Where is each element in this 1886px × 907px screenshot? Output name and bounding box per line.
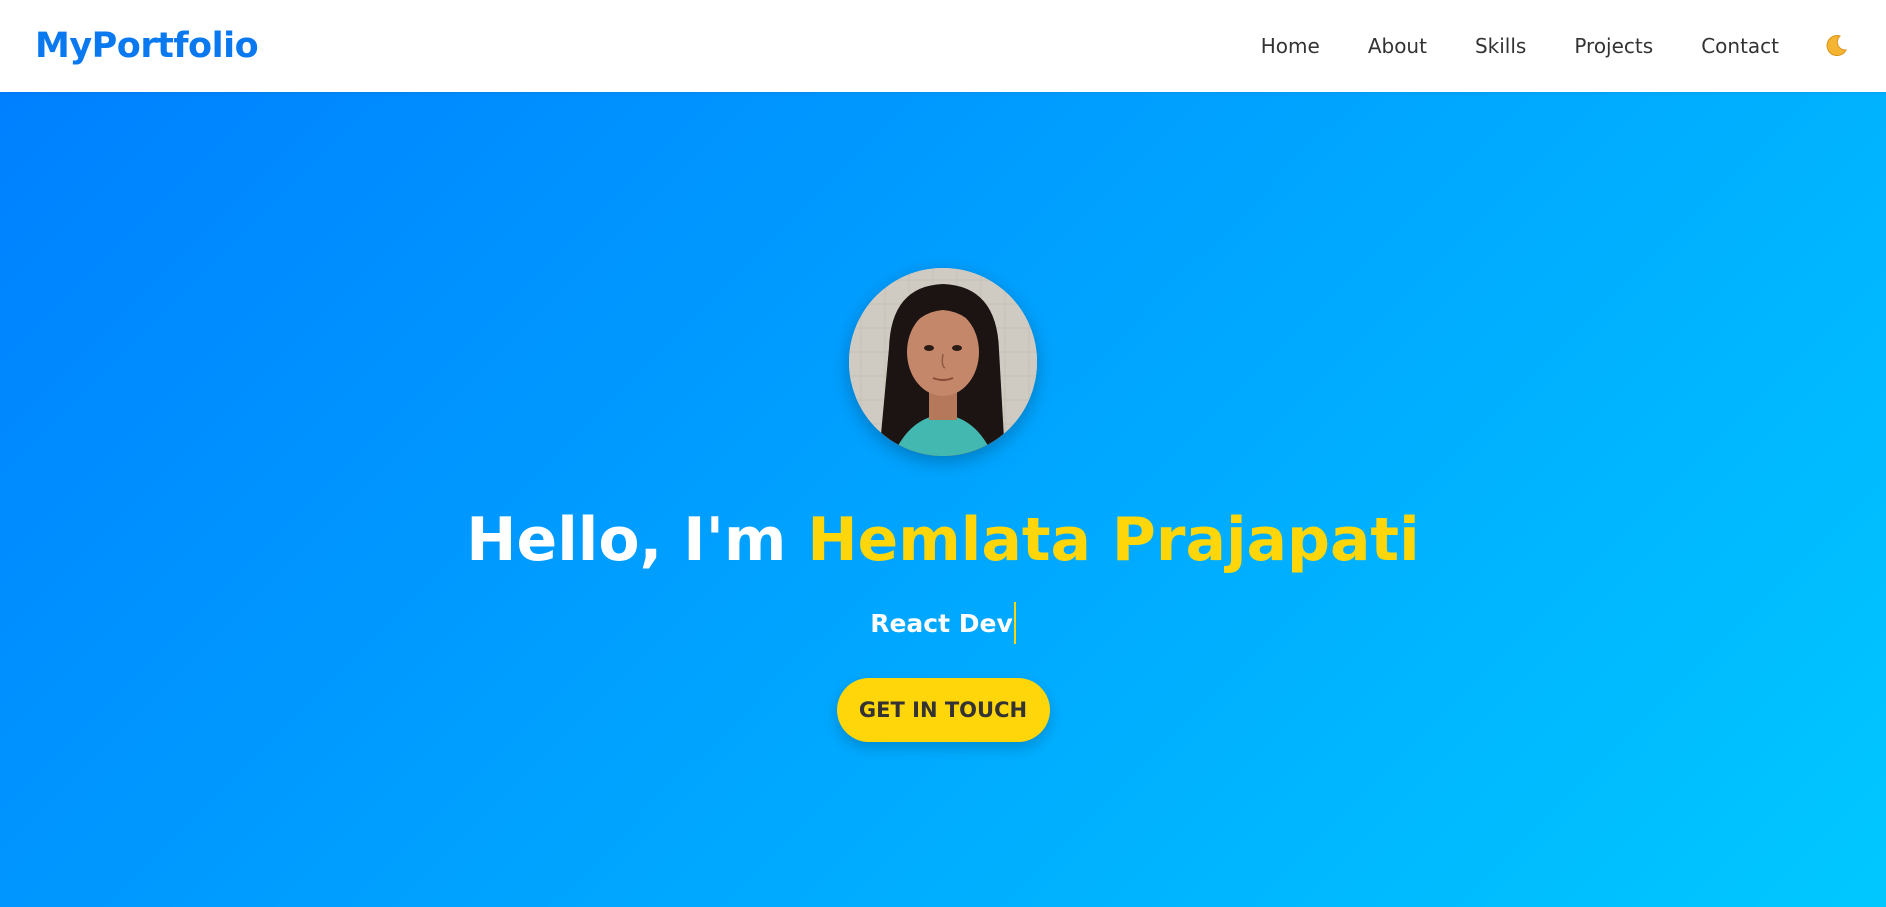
nav-link-contact[interactable]: Contact bbox=[1701, 34, 1779, 58]
hero-greeting: Hello, I'm bbox=[466, 505, 808, 575]
nav-link-skills[interactable]: Skills bbox=[1475, 34, 1526, 58]
nav-link-about[interactable]: About bbox=[1368, 34, 1427, 58]
moon-icon bbox=[1826, 35, 1847, 57]
hero-heading: Hello, I'm Hemlata Prajapati bbox=[466, 504, 1419, 576]
typed-role-text: React Dev bbox=[870, 608, 1013, 638]
nav-link-home[interactable]: Home bbox=[1261, 34, 1320, 58]
theme-toggle-button[interactable] bbox=[1821, 31, 1851, 61]
hero-name: Hemlata Prajapati bbox=[807, 505, 1420, 575]
nav-links: Home About Skills Projects Contact bbox=[1261, 0, 1851, 92]
typing-cursor bbox=[1013, 602, 1016, 644]
nav-link-projects[interactable]: Projects bbox=[1574, 34, 1653, 58]
brand-logo[interactable]: MyPortfolio bbox=[35, 26, 259, 66]
hero-section: Hello, I'm Hemlata Prajapati React Dev G… bbox=[0, 92, 1886, 907]
get-in-touch-button[interactable]: GET IN TOUCH bbox=[836, 678, 1050, 742]
navbar: MyPortfolio Home About Skills Projects C… bbox=[0, 0, 1886, 92]
profile-photo bbox=[849, 268, 1037, 456]
profile-photo-image bbox=[849, 268, 1037, 456]
typed-role: React Dev bbox=[870, 602, 1016, 644]
